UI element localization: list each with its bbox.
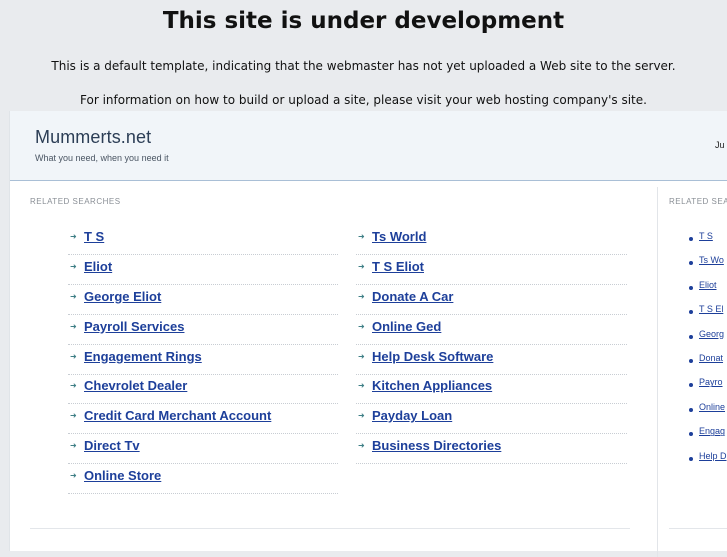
sidebar-list-item[interactable]: T S bbox=[689, 231, 727, 255]
sidebar-link[interactable]: Payro bbox=[699, 377, 723, 387]
notice-line-2: For information on how to build or uploa… bbox=[80, 93, 647, 107]
arrow-right-icon: ➜ bbox=[358, 381, 365, 391]
arrow-right-icon: ➜ bbox=[70, 411, 77, 421]
list-item[interactable]: ➜ Eliot bbox=[68, 256, 338, 285]
sidebar-link[interactable]: Help D bbox=[699, 451, 727, 461]
list-item[interactable]: ➜ Direct Tv bbox=[68, 435, 338, 465]
list-item[interactable]: ➜ Credit Card Merchant Account bbox=[68, 405, 338, 435]
site-header: Mummerts.net What you need, when you nee… bbox=[10, 111, 727, 181]
list-item[interactable]: ➜ T S Eliot bbox=[356, 256, 627, 285]
sidebar-list-item[interactable]: Online bbox=[689, 402, 727, 426]
arrow-right-icon: ➜ bbox=[70, 232, 77, 241]
related-search-link[interactable]: Chevrolet Dealer bbox=[84, 378, 187, 393]
related-searches-label: RELATED SEARCHES bbox=[30, 197, 121, 206]
bullet-icon bbox=[689, 432, 693, 437]
list-item[interactable]: ➜ Payroll Services bbox=[68, 316, 338, 345]
notice-line-1: This is a default template, indicating t… bbox=[51, 59, 676, 73]
bullet-icon bbox=[689, 407, 693, 412]
notice-banner: This site is under development This is a… bbox=[0, 0, 727, 110]
arrow-right-icon: ➜ bbox=[70, 351, 77, 361]
sidebar-list-item[interactable]: Help D bbox=[689, 451, 727, 475]
arrow-right-icon: ➜ bbox=[70, 261, 77, 271]
sidebar-list-item[interactable]: T S El bbox=[689, 304, 727, 328]
arrow-right-icon: ➜ bbox=[358, 441, 365, 451]
related-search-link[interactable]: Credit Card Merchant Account bbox=[84, 408, 271, 423]
bullet-icon bbox=[689, 310, 693, 315]
related-search-link[interactable]: Engagement Rings bbox=[84, 349, 202, 364]
arrow-right-icon: ➜ bbox=[70, 321, 77, 331]
list-item[interactable]: ➜ George Eliot bbox=[68, 286, 338, 315]
site-tagline: What you need, when you need it bbox=[35, 153, 169, 163]
bullet-icon bbox=[689, 261, 693, 266]
related-searches-column-1: ➜ T S ➜ Eliot ➜ George Eliot ➜ Payroll Servi… bbox=[68, 226, 338, 495]
related-search-link[interactable]: George Eliot bbox=[84, 289, 161, 304]
sidebar-bottom-divider bbox=[669, 528, 727, 529]
notice-title: This site is under development bbox=[162, 8, 565, 34]
sidebar-link[interactable]: T S bbox=[699, 231, 713, 241]
sidebar-list-item[interactable]: Donat bbox=[689, 353, 727, 377]
arrow-right-icon: ➜ bbox=[70, 471, 77, 481]
list-item[interactable]: ➜ Donate A Car bbox=[356, 286, 627, 315]
main-bottom-divider bbox=[30, 528, 630, 529]
column-divider bbox=[657, 187, 658, 557]
related-search-link[interactable]: Donate A Car bbox=[372, 289, 453, 304]
related-searches-column-2: ➜ Ts World ➜ T S Eliot ➜ Donate A Car ➜ Onli… bbox=[356, 226, 627, 465]
arrow-right-icon: ➜ bbox=[70, 441, 77, 451]
related-search-link[interactable]: Payday Loan bbox=[372, 408, 452, 423]
bullet-icon bbox=[689, 456, 693, 461]
list-item[interactable]: ➜ Online Store bbox=[68, 465, 338, 495]
sidebar-list-item[interactable]: Payro bbox=[689, 377, 727, 401]
bullet-icon bbox=[689, 237, 693, 241]
sidebar-list-item[interactable]: Ts Wo bbox=[689, 255, 727, 279]
related-search-link[interactable]: Eliot bbox=[84, 259, 112, 274]
related-search-link[interactable]: Business Directories bbox=[372, 438, 501, 453]
arrow-right-icon: ➜ bbox=[358, 232, 365, 241]
sidebar-link[interactable]: Georg bbox=[699, 329, 724, 339]
bullet-icon bbox=[689, 285, 693, 290]
related-search-link[interactable]: Help Desk Software bbox=[372, 349, 493, 364]
arrow-right-icon: ➜ bbox=[358, 411, 365, 421]
list-item[interactable]: ➜ Online Ged bbox=[356, 316, 627, 345]
sidebar-link[interactable]: T S El bbox=[699, 304, 723, 314]
sidebar-link[interactable]: Online bbox=[699, 402, 725, 412]
parked-page-frame: Mummerts.net What you need, when you nee… bbox=[9, 111, 727, 557]
related-search-link[interactable]: Online Ged bbox=[372, 319, 441, 334]
related-search-link[interactable]: T S Eliot bbox=[372, 259, 424, 274]
sidebar-link[interactable]: Donat bbox=[699, 353, 723, 363]
sidebar-list-item[interactable]: Georg bbox=[689, 329, 727, 353]
site-name[interactable]: Mummerts.net bbox=[35, 127, 151, 148]
related-search-link[interactable]: Ts World bbox=[372, 229, 426, 244]
list-item[interactable]: ➜ Ts World bbox=[356, 226, 627, 255]
arrow-right-icon: ➜ bbox=[358, 321, 365, 331]
bullet-icon bbox=[689, 358, 693, 363]
sidebar-related-searches: T S Ts Wo Eliot T S El Georg Donat Payro… bbox=[689, 231, 727, 475]
sidebar-list-item[interactable]: Engag bbox=[689, 426, 727, 450]
sidebar-list-item[interactable]: Eliot bbox=[689, 280, 727, 304]
related-search-link[interactable]: T S bbox=[84, 229, 104, 244]
sidebar-link[interactable]: Ts Wo bbox=[699, 255, 724, 265]
sidebar-related-searches-label: RELATED SEA bbox=[669, 197, 727, 206]
arrow-right-icon: ➜ bbox=[358, 291, 365, 301]
list-item[interactable]: ➜ Payday Loan bbox=[356, 405, 627, 435]
list-item[interactable]: ➜ Business Directories bbox=[356, 435, 627, 465]
header-right-text: Ju bbox=[715, 140, 725, 150]
arrow-right-icon: ➜ bbox=[70, 291, 77, 301]
related-search-link[interactable]: Online Store bbox=[84, 468, 161, 483]
arrow-right-icon: ➜ bbox=[70, 381, 77, 391]
list-item[interactable]: ➜ Kitchen Appliances bbox=[356, 375, 627, 405]
related-search-link[interactable]: Direct Tv bbox=[84, 438, 140, 453]
bullet-icon bbox=[689, 334, 693, 339]
arrow-right-icon: ➜ bbox=[358, 351, 365, 361]
sidebar-link[interactable]: Engag bbox=[699, 426, 725, 436]
sidebar-link[interactable]: Eliot bbox=[699, 280, 717, 290]
related-search-link[interactable]: Kitchen Appliances bbox=[372, 378, 492, 393]
list-item[interactable]: ➜ Chevrolet Dealer bbox=[68, 375, 338, 405]
list-item[interactable]: ➜ Engagement Rings bbox=[68, 346, 338, 375]
arrow-right-icon: ➜ bbox=[358, 261, 365, 271]
related-search-link[interactable]: Payroll Services bbox=[84, 319, 184, 334]
list-item[interactable]: ➜ T S bbox=[68, 226, 338, 255]
bullet-icon bbox=[689, 383, 693, 388]
list-item[interactable]: ➜ Help Desk Software bbox=[356, 346, 627, 375]
